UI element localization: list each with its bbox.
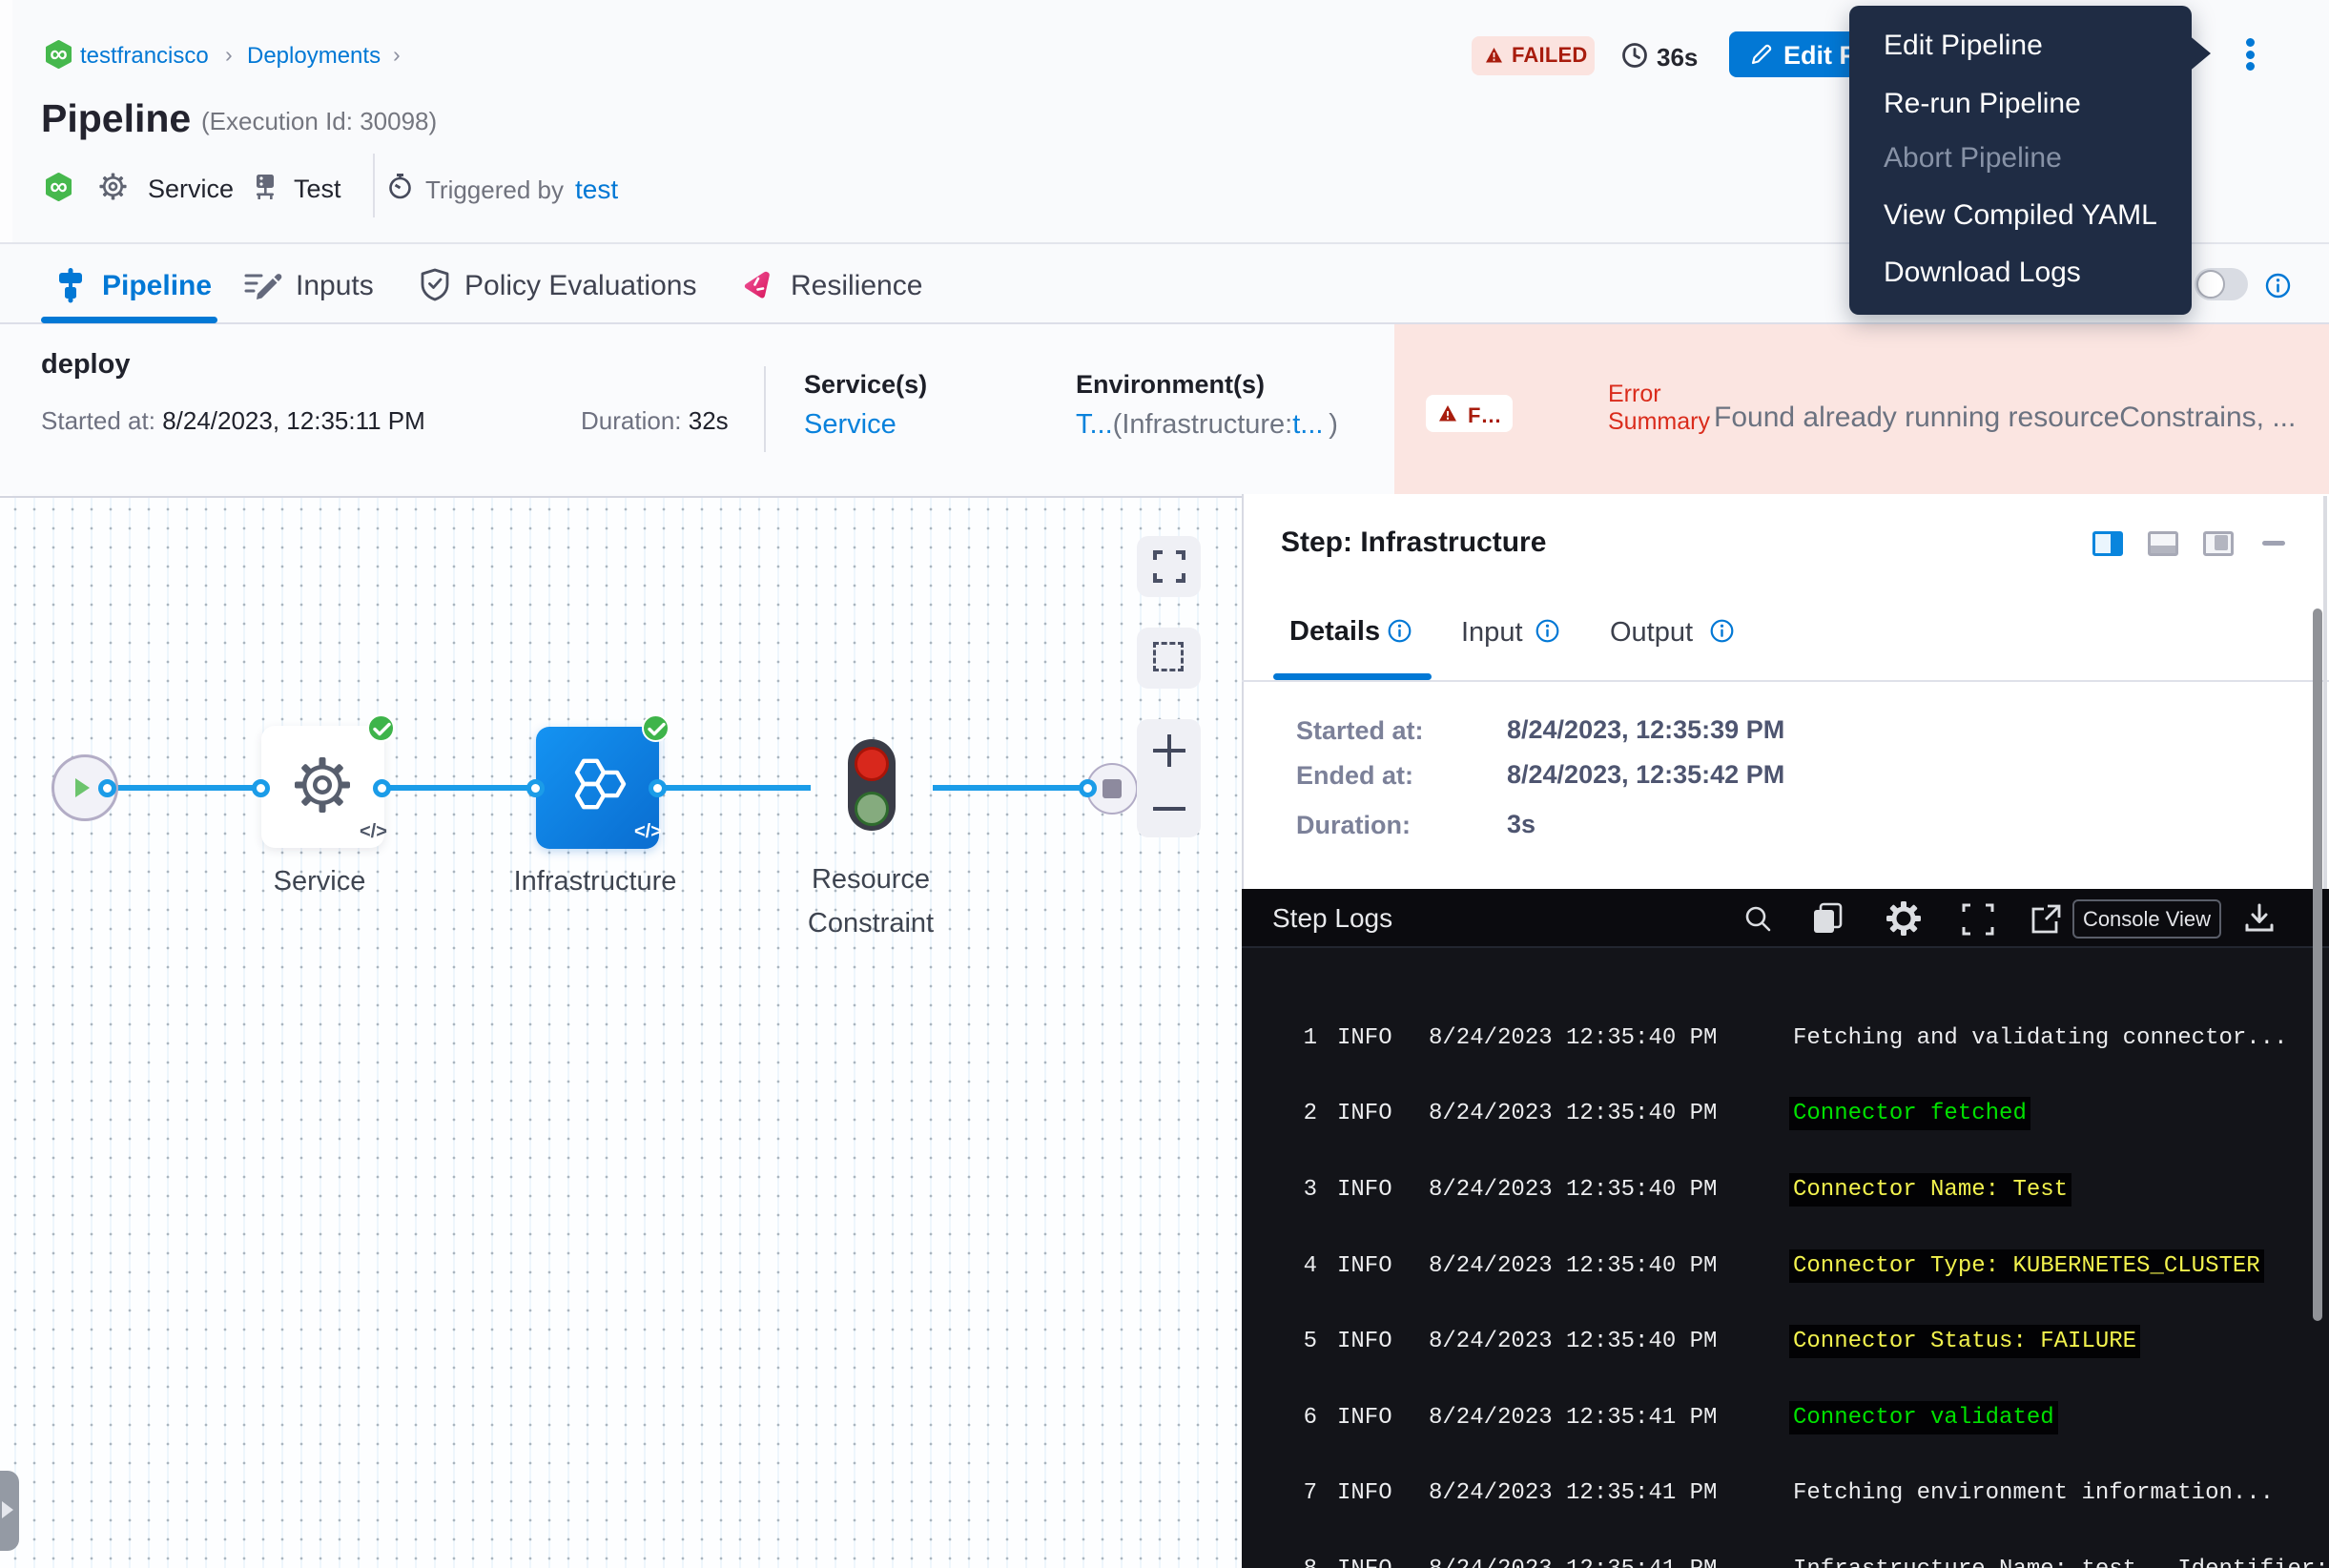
svg-text:∞: ∞ [50,40,68,68]
svg-text:∞: ∞ [50,173,68,200]
